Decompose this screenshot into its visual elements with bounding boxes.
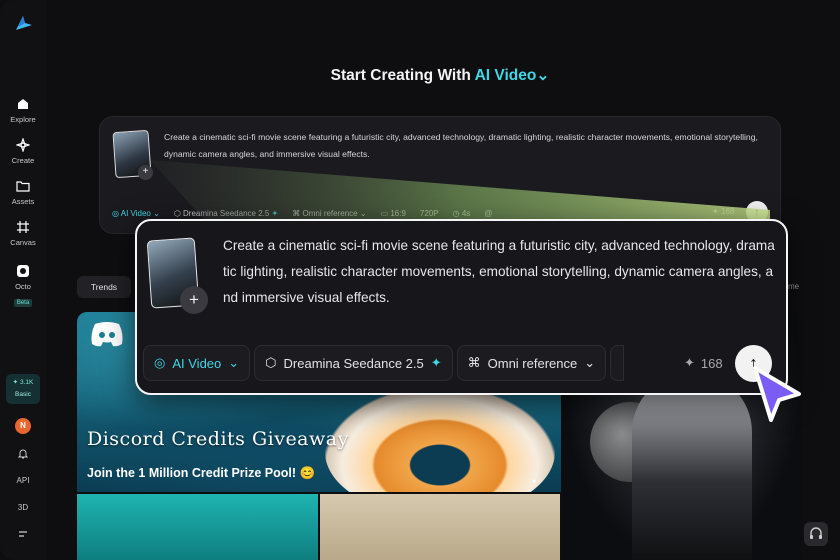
discord-icon [91,322,123,347]
credits-badge[interactable]: ✦ 3.1K Basic [6,374,40,404]
chevron-down-icon: ⌄ [536,67,550,84]
star-icon: ✦ [12,379,19,386]
reference-selector[interactable]: ⌘ Omni reference ⌄ [292,209,366,218]
api-link[interactable]: API [0,476,46,485]
prompt-toolbar-zoom: ◎ AI Video ⌄ ⬡ Dreamina Seedance 2.5 ✦ ⌘… [143,345,625,381]
sidebar-item-canvas[interactable]: Canvas [0,220,46,247]
canvas-icon [17,221,29,233]
tab-partial[interactable]: me [788,282,799,291]
credit-cost: ✦ 168 [712,207,735,216]
bell-icon[interactable] [0,448,46,461]
page-title: Start Creating With AI Video⌄ [0,66,840,85]
reference-label-zoom: Omni reference [487,355,578,371]
sidebar-item-label: Create [11,156,35,165]
mention-icon[interactable]: @ [484,209,492,218]
model-selector[interactable]: ⬡ Dreamina Seedance 2.5 ✦ [174,209,278,218]
support-button[interactable] [804,522,828,546]
title-prefix: Start Creating With [330,67,471,84]
video-mode-icon: ◎ [154,355,166,370]
duration-selector[interactable]: ◷ 4s [453,209,471,218]
sidebar-item-assets[interactable]: Assets [0,179,46,206]
gallery-item-teal[interactable] [77,494,318,560]
avatar[interactable]: N [15,418,31,434]
beta-badge: Beta [13,299,33,307]
ratio-selector-partial[interactable] [610,345,625,381]
duration-label: 4s [461,208,471,218]
app-window: Explore Create Assets Canvas Octo Beta ✦… [0,0,840,560]
mode-selector[interactable]: ◎ AI Video ⌄ [112,209,160,218]
sidebar-item-label: Octo [15,282,31,291]
model-label-zoom: Dreamina Seedance 2.5 [283,355,424,371]
sidebar-item-label: Canvas [10,238,36,247]
mode-dropdown[interactable]: AI Video⌄ [475,67,550,84]
cube-icon: ⬡ [265,355,277,370]
reference-icon: ⌘ [467,355,481,370]
sidebar-item-label: Assets [11,197,35,206]
menu-icon[interactable] [0,530,46,540]
3d-link[interactable]: 3D [0,503,46,512]
donut-image [325,387,555,492]
tab-trends[interactable]: Trends [77,276,131,298]
reference-selector-zoom[interactable]: ⌘ Omni reference ⌄ [456,345,607,381]
model-selector-zoom[interactable]: ⬡ Dreamina Seedance 2.5 ✦ [254,345,453,381]
title-accent: AI Video [474,67,537,84]
resolution-selector[interactable]: 720P [420,209,439,218]
home-icon [18,99,28,109]
reference-label: Omni reference [302,208,358,218]
prompt-zoom-panel: + Create a cinematic sci-fi movie scene … [135,219,788,395]
octo-icon [17,265,29,277]
logo-icon[interactable] [14,14,34,34]
sparkle-icon: ✦ [430,355,442,370]
ratio-label: 16:9 [390,208,406,218]
folder-icon [16,181,30,192]
sidebar-item-create[interactable]: Create [0,138,46,165]
mode-label-zoom: AI Video [172,355,222,371]
prompt-input[interactable]: Create a cinematic sci-fi movie scene fe… [164,129,774,163]
carousel-dots[interactable]: ● ○ [532,478,542,485]
mode-selector-zoom[interactable]: ◎ AI Video ⌄ [143,345,251,381]
chevron-down-icon: ⌄ [228,355,240,370]
banner-subtitle: Join the 1 Million Credit Prize Pool! 😊 [87,466,316,480]
add-reference-button[interactable]: + [138,165,153,180]
chevron-down-icon: ⌄ [584,355,596,370]
mode-label: AI Video [120,208,151,218]
plan-label: Basic [15,391,31,398]
sidebar-item-explore[interactable]: Explore [0,97,46,124]
banner-title: Discord Credits Giveaway [87,428,349,450]
credit-cost-value-zoom: 168 [700,355,723,371]
ratio-selector[interactable]: ▭ 16:9 [381,209,406,218]
sparkle-icon [16,138,30,152]
prompt-input-zoom[interactable]: Create a cinematic sci-fi movie scene fe… [223,233,778,311]
prompt-card: + Create a cinematic sci-fi movie scene … [99,116,781,234]
gallery-item-sketch[interactable] [320,494,560,560]
credits-count: 3.1K [19,379,34,386]
sidebar-item-label: Explore [10,115,36,124]
figure-image [632,372,752,560]
add-reference-button-zoom[interactable]: + [180,286,208,314]
credit-cost-value: 168 [720,207,735,216]
sidebar-item-octo[interactable]: Octo Beta [0,264,46,309]
credit-cost-zoom: ✦ 168 [684,355,723,371]
star-icon: ✦ [684,355,695,370]
pointer-cursor-icon [753,366,801,422]
headset-icon [810,527,822,539]
model-label: Dreamina Seedance 2.5 [183,208,270,218]
